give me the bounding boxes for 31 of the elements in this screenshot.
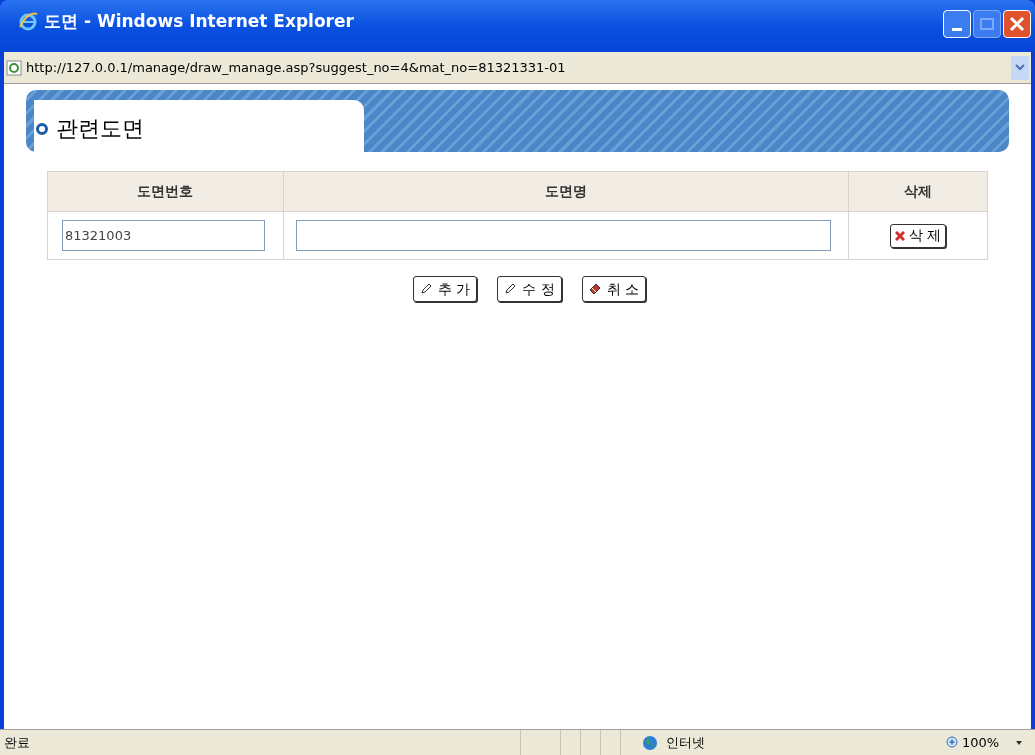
page-icon [6, 59, 22, 76]
action-button[interactable]: 수 정 [497, 276, 562, 302]
drawing-number-field[interactable]: 81321003 [62, 220, 265, 251]
window-title: 도면 - Windows Internet Explorer [44, 10, 354, 32]
minimize-button[interactable] [943, 10, 971, 38]
column-header: 도면번호 [47, 171, 284, 212]
url-text: http://127.0.0.1/manage/draw_manage.asp?suggest_no=4&mat_no=81321331-01 [26, 58, 566, 77]
delete-button[interactable]: 삭 제 [889, 223, 947, 248]
chevron-down-icon [1015, 63, 1025, 72]
caret-icon[interactable] [1015, 739, 1024, 746]
dropdown-button[interactable] [1011, 55, 1029, 80]
page-heading: 관련도면 [56, 115, 144, 143]
close-icon [1009, 16, 1025, 32]
status-text: 완료 [3, 733, 31, 752]
close-icon [894, 230, 905, 241]
drawing-name-field[interactable] [295, 220, 831, 251]
address-bar[interactable]: http://127.0.0.1/manage/draw_manage.asp?suggest_no=4&mat_no=81321331-01 [4, 52, 1031, 84]
zone-text: 인터넷 [666, 733, 706, 752]
zoom-icon [946, 735, 960, 750]
globe-icon [642, 734, 658, 751]
column-header: 삭제 [848, 171, 988, 212]
browser-logo-icon [18, 11, 38, 31]
pencil-icon [504, 283, 517, 295]
action-button[interactable]: 취 소 [581, 276, 647, 302]
close-button[interactable] [1003, 10, 1031, 38]
column-header: 도면명 [283, 171, 849, 212]
action-button[interactable]: 추 가 [412, 276, 478, 302]
zoom-level[interactable]: 100% [962, 732, 1000, 753]
pencil-icon [419, 283, 432, 295]
eraser-icon [588, 283, 601, 295]
bullet-icon [36, 122, 48, 135]
